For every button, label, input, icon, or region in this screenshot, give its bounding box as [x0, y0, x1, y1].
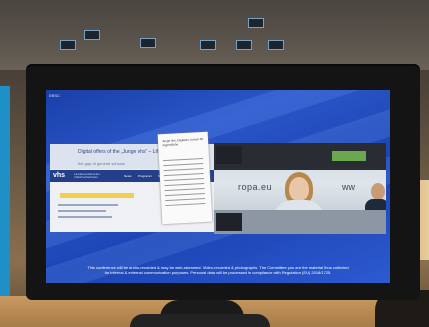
slide-title: Digital offers of the „Junge vhs“ – Lift… [78, 149, 168, 155]
booth-screen [84, 30, 100, 40]
booth-screen [236, 40, 252, 50]
booth-screen [140, 38, 156, 48]
recording-notice-line2: for internal & external communication pu… [104, 270, 332, 275]
card-heading: Junge vhs: Digitales Lernen für Jugendli… [161, 136, 204, 148]
card-text-line [165, 202, 206, 207]
booth-screen [248, 18, 264, 28]
vhs-logo: vhs [53, 172, 66, 179]
video-sign-left: ropa.eu [238, 182, 273, 192]
video-green-panel [332, 151, 366, 161]
slide-title-line1: Digital offers of the „Junge vhs“ – Lift… [78, 149, 167, 155]
booth-screen [268, 40, 284, 50]
website-highlight-bar [60, 193, 134, 198]
blue-panel [0, 86, 10, 327]
monitor-screen: EBSC Digital offers of the „Junge vhs“ –… [46, 90, 390, 283]
card-text-line [164, 187, 205, 192]
card-text-line [163, 163, 204, 167]
video-sign-right: ww [342, 182, 355, 192]
card-text-line [164, 178, 205, 182]
website-nav-item: Programm [138, 174, 153, 178]
screen-corner-label: EBSC [49, 93, 60, 98]
card-text-line [163, 168, 204, 172]
website-text-line [58, 210, 106, 212]
slide-subtitle: the gap of general schools [78, 161, 125, 166]
website-text-line [58, 216, 112, 218]
video-foreground-monitor [216, 213, 242, 231]
booth-screen [200, 40, 216, 50]
monitor-stand-base [130, 314, 270, 327]
vhs-logo-caption: Landesverband der Volkshochschulen [74, 172, 100, 179]
attendee-face [371, 183, 385, 200]
handout-card: Junge vhs: Digitales Lernen für Jugendli… [157, 131, 213, 225]
video-background-monitor [216, 146, 242, 164]
card-text-line [164, 182, 205, 187]
recording-notice: This conference will be audio-recorded &… [70, 265, 366, 275]
card-text-line [163, 173, 204, 177]
website-nav-item: News [124, 174, 132, 178]
speaker-face [289, 177, 309, 201]
card-text-line [164, 192, 205, 197]
video-feed: ropa.eu ww [214, 143, 386, 234]
website-text-line [58, 204, 118, 206]
interpreter-booth-window [0, 0, 429, 70]
card-text-line [165, 197, 206, 202]
card-text-line [163, 158, 204, 162]
booth-screen [60, 40, 76, 50]
